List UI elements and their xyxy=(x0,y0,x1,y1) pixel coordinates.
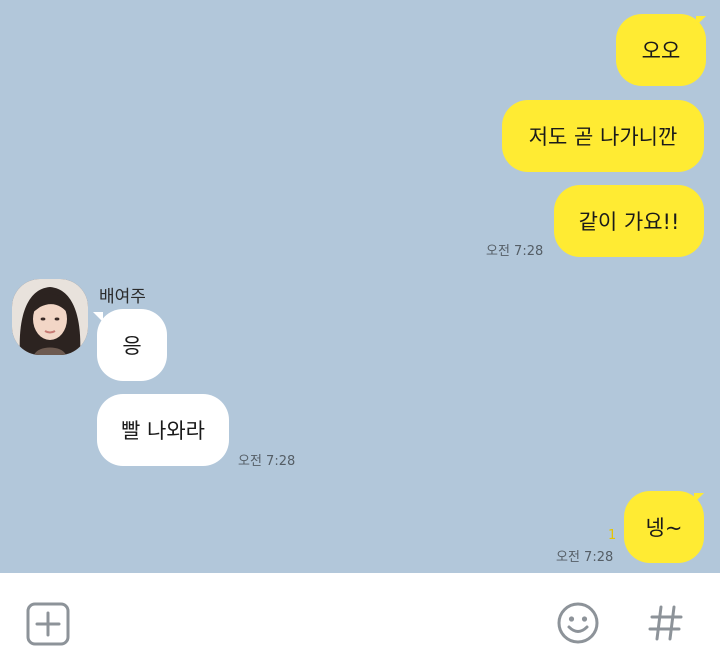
message-bubble-outgoing[interactable]: 저도 곧 나가니깐 xyxy=(502,100,704,172)
plus-square-icon[interactable] xyxy=(26,602,70,646)
bubble-tail xyxy=(696,16,706,26)
message-bubble-outgoing[interactable]: 오오 xyxy=(616,14,706,86)
profile-photo xyxy=(12,279,88,355)
message-bubble-incoming[interactable]: 빨 나와라 xyxy=(97,394,229,466)
message-text: 빨 나와라 xyxy=(121,419,205,443)
message-bubble-outgoing[interactable]: 넹~ xyxy=(624,491,704,563)
message-bubble-outgoing[interactable]: 같이 가요!! xyxy=(554,185,704,257)
message-text: 오오 xyxy=(641,39,681,63)
smiley-icon[interactable] xyxy=(556,601,600,645)
bubble-tail xyxy=(694,493,704,503)
hash-icon[interactable] xyxy=(646,601,686,645)
input-bar xyxy=(0,573,720,670)
message-timestamp: 오전 7:28 xyxy=(486,244,544,259)
message-timestamp: 오전 7:28 xyxy=(238,454,296,469)
message-text: 넹~ xyxy=(645,516,683,540)
chat-area[interactable]: 오오 저도 곧 나가니깐 같이 가요!! 오전 7:28 배여주 응 빨 나와라… xyxy=(0,0,720,573)
unread-count: 1 xyxy=(608,528,617,543)
message-text: 같이 가요!! xyxy=(578,210,680,234)
message-text: 저도 곧 나가니깐 xyxy=(528,125,678,149)
message-bubble-incoming[interactable]: 응 xyxy=(97,309,167,381)
avatar[interactable] xyxy=(12,279,88,355)
message-timestamp: 오전 7:28 xyxy=(556,550,614,565)
sender-name: 배여주 xyxy=(99,287,146,307)
message-text: 응 xyxy=(122,334,142,358)
